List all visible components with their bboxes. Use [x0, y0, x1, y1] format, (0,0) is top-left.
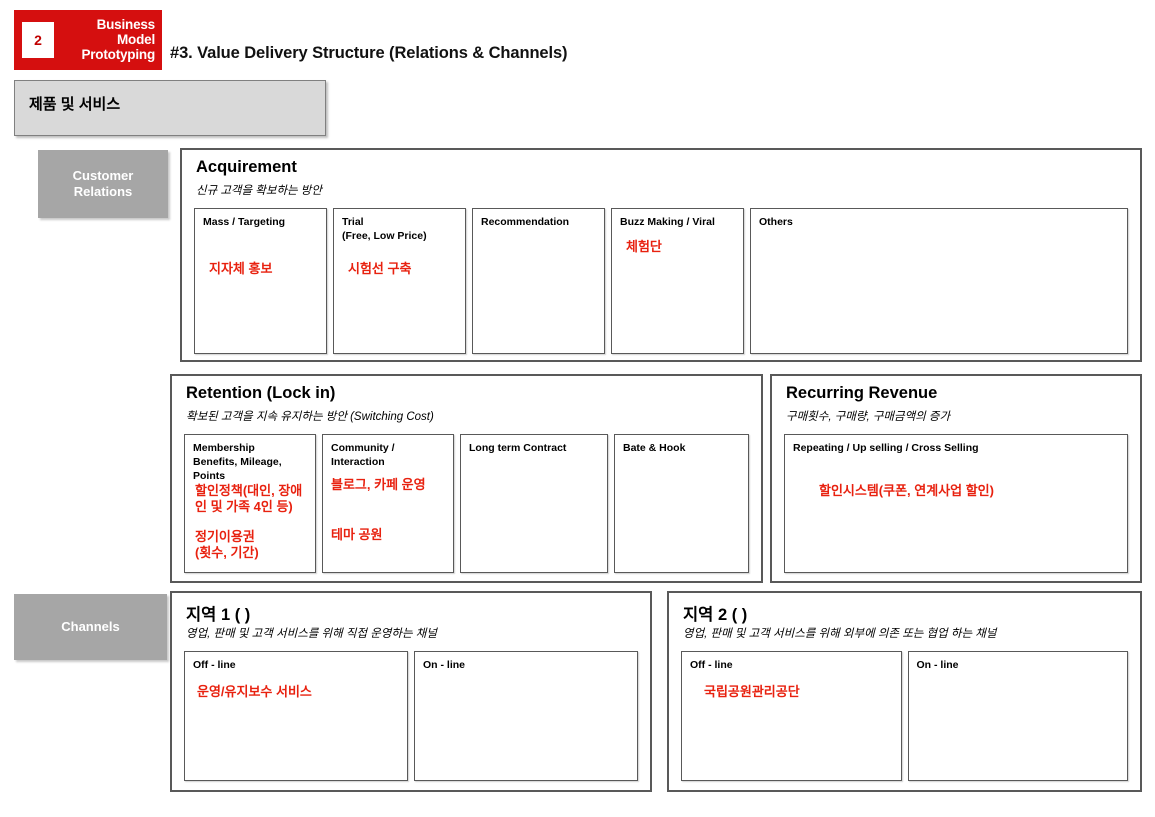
region-2-subtitle: 영업, 판매 및 고객 서비스를 위해 외부에 의존 또는 협업 하는 채널 — [683, 628, 997, 640]
card-trial-title-line1: Trial — [342, 216, 364, 228]
card-mass-targeting-title: Mass / Targeting — [203, 216, 286, 228]
card-trial-title: Trial (Free, Low Price) — [342, 215, 461, 243]
logo-text-line2: Model — [117, 32, 155, 48]
acquirement-subtitle: 신규 고객을 확보하는 방안 — [196, 185, 322, 197]
panel-retention: Retention (Lock in) 확보된 고객을 지속 유지하는 방안 (… — [170, 374, 763, 583]
card-mass-targeting-note[interactable]: 지자체 홍보 — [209, 261, 322, 277]
retention-subtitle: 확보된 고객을 지속 유지하는 방안 (Switching Cost) — [186, 411, 434, 423]
card-community-interaction-title: Community / Interaction — [331, 441, 449, 469]
acquirement-card-row: Mass / Targeting 지자체 홍보 Trial (Free, Low… — [194, 208, 1128, 354]
card-trial-note[interactable]: 시험선 구축 — [348, 261, 461, 277]
card-trial[interactable]: Trial (Free, Low Price) 시험선 구축 — [333, 208, 466, 354]
card-region1-offline[interactable]: Off - line 운영/유지보수 서비스 — [184, 651, 408, 781]
card-membership-note-2[interactable]: 정기이용권 (횟수, 기간) — [195, 529, 313, 562]
sidebar-item-channels: Channels — [14, 594, 167, 660]
region-1-card-row: Off - line 운영/유지보수 서비스 On - line — [184, 651, 638, 781]
logo-text: Business Model Prototyping — [59, 17, 155, 62]
card-community-title-line1: Community / — [331, 442, 395, 454]
card-repeating-note[interactable]: 할인시스템(쿠폰, 연계사업 할인) — [819, 483, 1123, 499]
sidebar-customer-relations-text: Customer Relations — [73, 168, 134, 201]
panel-region-1: 지역 1 ( ) 영업, 판매 및 고객 서비스를 위해 직접 운영하는 채널 … — [170, 591, 652, 792]
card-bate-and-hook[interactable]: Bate & Hook — [614, 434, 749, 573]
panel-recurring-revenue: Recurring Revenue 구매횟수, 구매량, 구매금액의 증가 Re… — [770, 374, 1142, 583]
card-membership-note-1[interactable]: 할인정책(대인, 장애인 및 가족 4인 등) — [195, 483, 313, 516]
card-membership-title-line3: Points — [193, 470, 226, 483]
sidebar-channels-label: Channels — [61, 618, 120, 634]
card-region2-offline-note[interactable]: 국립공원관리공단 — [704, 684, 897, 700]
card-region2-offline-title: Off - line — [690, 659, 733, 671]
card-region2-offline[interactable]: Off - line 국립공원관리공단 — [681, 651, 902, 781]
card-community-note-2[interactable]: 테마 공원 — [331, 527, 449, 543]
card-membership-title-line1: Membership — [193, 442, 255, 454]
card-region1-offline-note[interactable]: 운영/유지보수 서비스 — [197, 684, 403, 700]
region-2-card-row: Off - line 국립공원관리공단 On - line — [681, 651, 1128, 781]
recurring-revenue-subtitle: 구매횟수, 구매량, 구매금액의 증가 — [786, 411, 951, 423]
card-membership-benefits[interactable]: Membership Benefits, Mileage, Points 할인정… — [184, 434, 316, 573]
card-buzz-making-viral[interactable]: Buzz Making / Viral 체험단 — [611, 208, 744, 354]
card-membership-note-2-line1: 정기이용권 — [195, 529, 255, 544]
card-buzz-making-viral-note[interactable]: 체험단 — [626, 239, 739, 255]
card-trial-title-line2: (Free, Low Price) — [342, 230, 427, 243]
sidebar-customer-relations-line2: Relations — [73, 184, 133, 199]
acquirement-title: Acquirement — [196, 158, 297, 176]
product-service-label: 제품 및 서비스 — [29, 96, 121, 113]
recurring-revenue-card-row: Repeating / Up selling / Cross Selling 할… — [784, 434, 1128, 573]
business-model-prototyping-logo: 2 Business Model Prototyping — [14, 10, 162, 70]
logo-step-number: 2 — [22, 22, 54, 58]
card-community-interaction[interactable]: Community / Interaction 블로그, 카페 운영 테마 공원 — [322, 434, 454, 573]
logo-text-line3: Prototyping — [81, 47, 155, 63]
product-service-header-box: 제품 및 서비스 — [14, 80, 326, 136]
card-community-note-1[interactable]: 블로그, 카페 운영 — [331, 477, 453, 493]
card-others-title: Others — [759, 216, 793, 228]
card-recommendation[interactable]: Recommendation — [472, 208, 605, 354]
card-repeating-title: Repeating / Up selling / Cross Selling — [793, 442, 979, 454]
region-1-title: 지역 1 ( ) — [186, 606, 251, 624]
card-long-term-contract[interactable]: Long term Contract — [460, 434, 608, 573]
region-2-title: 지역 2 ( ) — [683, 606, 748, 624]
panel-region-2: 지역 2 ( ) 영업, 판매 및 고객 서비스를 위해 외부에 의존 또는 협… — [667, 591, 1142, 792]
panel-acquirement: Acquirement 신규 고객을 확보하는 방안 Mass / Target… — [180, 148, 1142, 362]
retention-title: Retention (Lock in) — [186, 384, 336, 402]
card-bate-and-hook-title: Bate & Hook — [623, 442, 686, 454]
card-others[interactable]: Others — [750, 208, 1128, 354]
card-mass-targeting[interactable]: Mass / Targeting 지자체 홍보 — [194, 208, 327, 354]
region-1-subtitle: 영업, 판매 및 고객 서비스를 위해 직접 운영하는 채널 — [186, 628, 437, 640]
card-membership-title-line2: Benefits, Mileage, — [193, 456, 282, 469]
card-community-title-line2: Interaction — [331, 456, 385, 469]
recurring-revenue-title: Recurring Revenue — [786, 384, 938, 402]
card-recommendation-title: Recommendation — [481, 216, 570, 228]
card-membership-benefits-title: Membership Benefits, Mileage, Points — [193, 441, 311, 484]
card-region1-online[interactable]: On - line — [414, 651, 638, 781]
card-region1-online-title: On - line — [423, 659, 465, 671]
logo-text-line1: Business — [96, 17, 156, 32]
card-region2-online[interactable]: On - line — [907, 651, 1128, 781]
page-title: #3. Value Delivery Structure (Relations … — [170, 44, 568, 62]
sidebar-customer-relations-line1: Customer — [72, 167, 134, 183]
card-repeating-upselling-crossselling[interactable]: Repeating / Up selling / Cross Selling 할… — [784, 434, 1128, 573]
card-membership-note-2-line2: (횟수, 기간) — [195, 545, 259, 561]
card-long-term-contract-title: Long term Contract — [469, 442, 567, 454]
card-region1-offline-title: Off - line — [193, 659, 236, 671]
card-buzz-making-viral-title: Buzz Making / Viral — [620, 216, 715, 228]
card-region2-online-title: On - line — [916, 659, 959, 671]
sidebar-item-customer-relations: Customer Relations — [38, 150, 168, 218]
retention-card-row: Membership Benefits, Mileage, Points 할인정… — [184, 434, 749, 573]
